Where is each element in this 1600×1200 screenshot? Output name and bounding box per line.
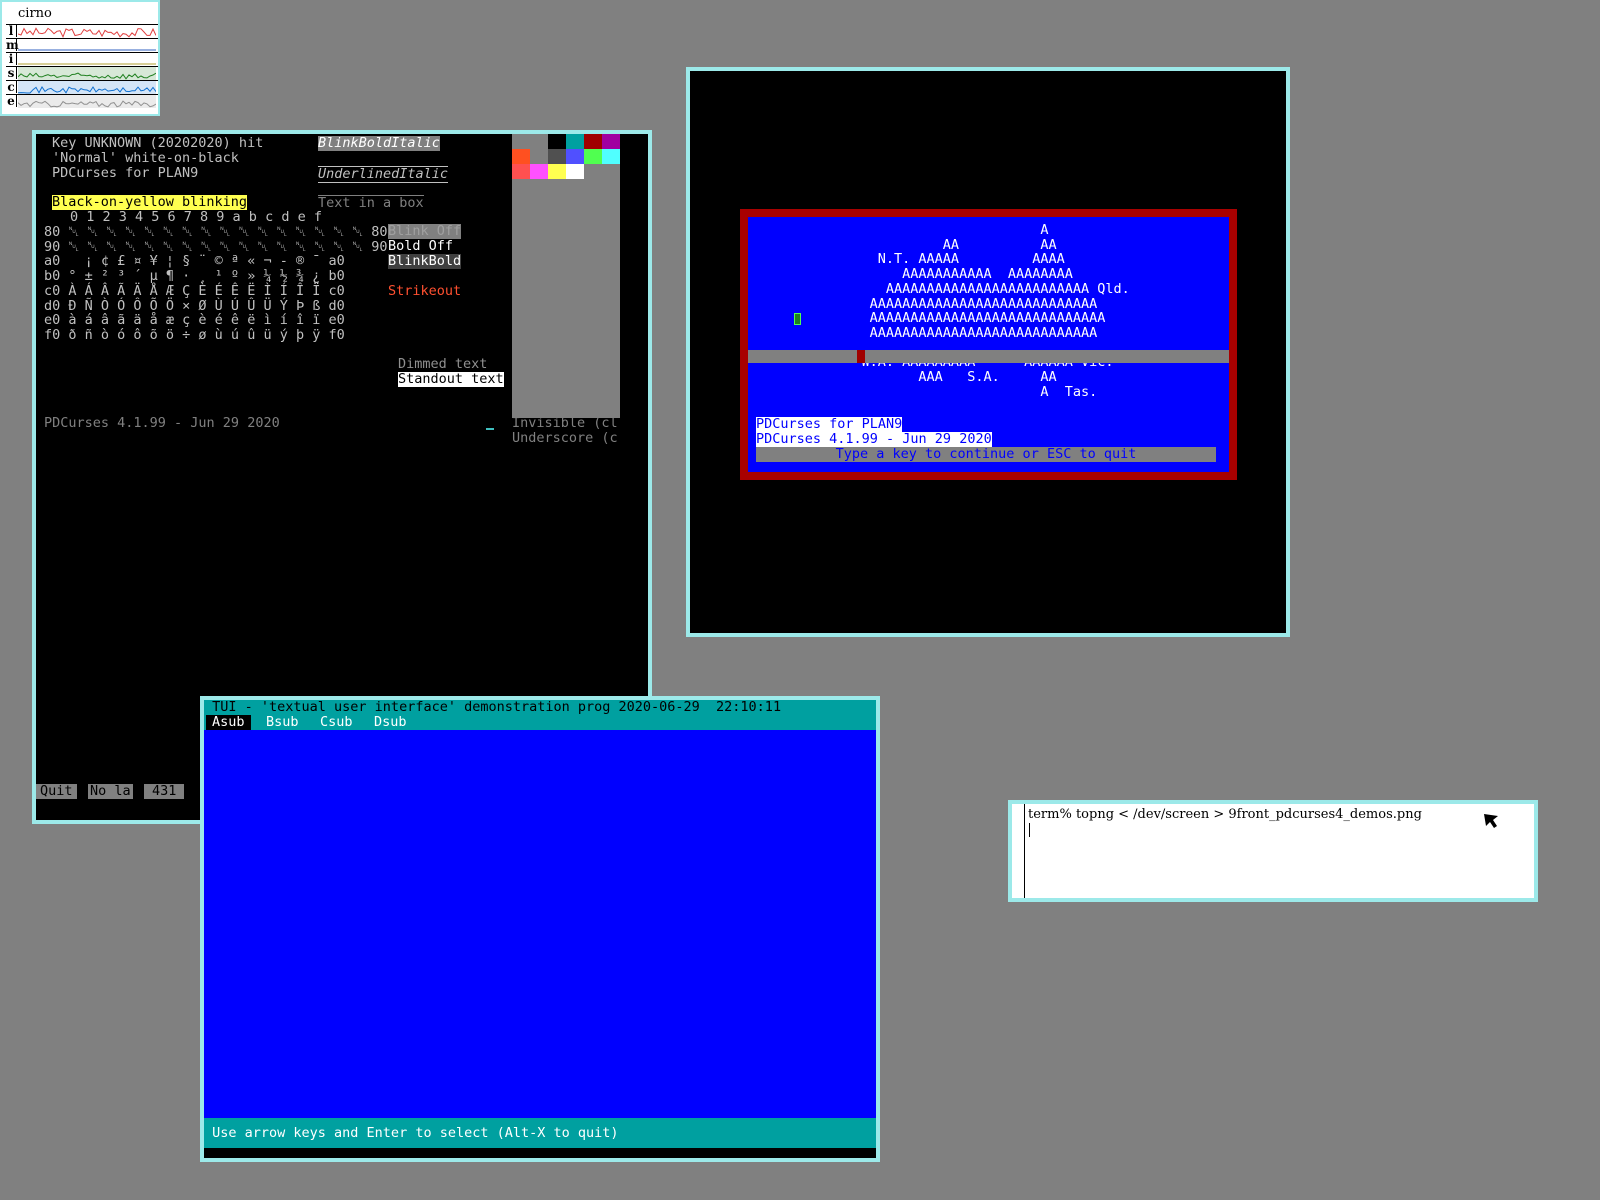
strikeout-text: Strikeout — [388, 283, 462, 299]
map-frame: A AA AA N.T. AAAAA AAAA AAAAAAAAAAA AAAA… — [740, 209, 1237, 480]
stat-row-c: c — [6, 80, 158, 94]
char-row: 80 ␀ ␀ ␀ ␀ ␀ ␀ ␀ ␀ ␀ ␀ ␀ ␀ ␀ ␀ ␀ ␀ 80 — [44, 224, 388, 240]
blink-bold-text: BlinkBold — [388, 253, 462, 269]
stat-label: e — [6, 94, 17, 108]
text-cursor — [486, 428, 494, 430]
stat-row-l: l — [6, 24, 158, 38]
text-in-box: Text in a box — [318, 195, 424, 211]
palette-swatch — [566, 149, 584, 164]
palette-swatch — [548, 164, 566, 179]
stat-graph — [18, 95, 156, 108]
terminal-command: term% topng < /dev/screen > 9front_pdcur… — [1028, 807, 1422, 822]
map-line: AAAAAAAAAAAAAAAAAAAAAAAAAAAA — [764, 324, 1098, 341]
terminal-window[interactable]: term% topng < /dev/screen > 9front_pdcur… — [1008, 800, 1538, 902]
invisible-text: Invisible (cl — [512, 415, 618, 431]
stat-row-s: s — [6, 66, 158, 80]
palette-swatch — [530, 149, 548, 164]
map-line: AAA S.A. AA — [764, 369, 1057, 385]
palette-swatch — [566, 164, 584, 179]
stat-graph — [18, 63, 156, 65]
tui-bottom — [204, 1148, 876, 1158]
menu-bsub[interactable]: Bsub — [266, 715, 299, 730]
menu-dsub[interactable]: Dsub — [374, 715, 407, 730]
palette-swatch — [548, 149, 566, 164]
map-line: A Tas. — [764, 383, 1098, 400]
menu-csub[interactable]: Csub — [320, 715, 353, 730]
scroll-gutter — [1024, 804, 1025, 898]
underlined-italic-text: UnderlinedItalic — [318, 166, 449, 183]
char-row: b0 ° ± ² ³ ´ µ ¶ · ¸ ¹ º » ¼ ½ ¾ ¿ b0 — [44, 268, 345, 285]
mouse-pointer-icon — [1484, 814, 1498, 828]
palette-swatch — [584, 134, 602, 149]
text-caret — [1029, 823, 1030, 837]
palette-swatch — [584, 149, 602, 164]
normal-text: 'Normal' white-on-black — [52, 150, 239, 166]
map-plan9-label: PDCurses for PLAN9 — [756, 416, 903, 432]
dimmed-text: Dimmed text — [398, 356, 488, 372]
stat-row-i: i — [6, 52, 158, 66]
version-text: PDCurses 4.1.99 - Jun 29 2020 — [44, 415, 280, 431]
palette-swatch — [584, 164, 602, 179]
palette-swatch — [566, 134, 584, 149]
stat-label: l — [6, 24, 17, 38]
map-line: A — [764, 222, 1049, 238]
char-row: c0 À Á Â Ã Ä Å Æ Ç È É Ê Ë Ì Í Î Ï c0 — [44, 282, 345, 299]
blink-bold-italic-text: BlinkBoldItalic — [318, 135, 440, 151]
palette-swatch — [530, 134, 548, 149]
bold-off-text: Bold Off — [388, 238, 454, 254]
stat-graph — [18, 27, 156, 38]
status-no-label[interactable]: No la — [88, 784, 133, 799]
map-line: AAAAAAAAAAAAAAAAAAAAAAAAA Qld. — [764, 280, 1130, 297]
status-number[interactable]: 431 — [144, 784, 185, 799]
palette-swatch — [548, 134, 566, 149]
map-version-label: PDCurses 4.1.99 - Jun 29 2020 — [756, 431, 992, 447]
hex-header: 0 1 2 3 4 5 6 7 8 9 a b c d e f — [70, 209, 322, 225]
stat-label: c — [6, 80, 17, 94]
status-quit[interactable]: Quit — [36, 784, 77, 799]
char-row: f0 ð ñ ò ó ô õ ö ÷ ø ù ú û ü ý þ ÿ f0 — [44, 326, 345, 343]
underscore-text: Underscore (c — [512, 430, 618, 446]
char-row: e0 à á â ã ä å æ ç è é ê ë ì í î ï e0 — [44, 312, 345, 329]
stat-label: m — [6, 38, 19, 52]
palette-swatch — [512, 134, 530, 149]
stats-hostname: cirno — [18, 6, 52, 21]
palette-swatch — [512, 164, 530, 179]
stat-row-e: e — [6, 94, 158, 108]
cursor-block — [794, 313, 801, 325]
palette-swatch — [602, 134, 620, 149]
tui-edge — [876, 730, 880, 1160]
continue-prompt[interactable]: Type a key to continue or ESC to quit — [756, 447, 1216, 462]
stat-row-m: m — [6, 38, 158, 52]
stat-graph — [18, 49, 156, 51]
tui-window[interactable]: TUI - 'textual user interface' demonstra… — [200, 696, 880, 1162]
blink-off-text: Blink Off — [388, 223, 462, 239]
stat-label: s — [6, 66, 17, 80]
map-line: AAAAAAAAAAAAAAAAAAAAAAAAAAAAA — [764, 310, 1106, 327]
palette-swatch — [602, 164, 620, 179]
firework-window[interactable]: A AA AA N.T. AAAAA AAAA AAAAAAAAAAA AAAA… — [686, 67, 1290, 637]
stat-label: i — [6, 52, 17, 66]
scroll-marker — [857, 350, 865, 363]
map-panel: A AA AA N.T. AAAAA AAAA AAAAAAAAAAA AAAA… — [748, 217, 1229, 472]
color-palette — [512, 134, 620, 418]
map-line: AAAAAAAAAAA AAAAAAAA — [764, 266, 1073, 283]
menu-asub[interactable]: Asub — [206, 715, 251, 730]
key-hit-text: Key UNKNOWN (20202020) hit — [52, 135, 264, 151]
palette-swatch — [530, 164, 548, 179]
black-on-yellow-text: Black-on-yellow blinking — [52, 194, 248, 210]
plan9-text: PDCurses for PLAN9 — [52, 165, 199, 181]
stats-window: cirno lmisce — [0, 0, 160, 116]
tui-title-bar: TUI - 'textual user interface' demonstra… — [204, 700, 876, 715]
tui-status-bar: Use arrow keys and Enter to select (Alt-… — [204, 1118, 876, 1148]
stat-graph — [18, 81, 156, 94]
stat-graph — [18, 67, 156, 80]
standout-text: Standout text — [398, 371, 504, 387]
scroll-bar — [748, 350, 1229, 363]
tui-menu-bar — [204, 715, 876, 730]
palette-swatch — [512, 149, 530, 164]
palette-swatch — [602, 149, 620, 164]
